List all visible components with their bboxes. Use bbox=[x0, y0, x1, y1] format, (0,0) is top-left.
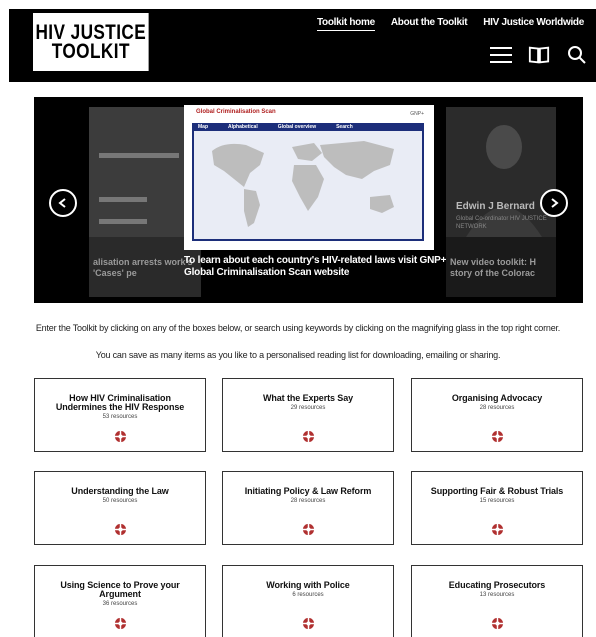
tile-title: Organising Advocacy bbox=[451, 393, 543, 403]
carousel-next-button[interactable] bbox=[540, 189, 568, 217]
top-nav: Toolkit home About the Toolkit HIV Justi… bbox=[316, 17, 584, 31]
tile-count: 50 resources bbox=[102, 498, 138, 504]
book-icon[interactable] bbox=[528, 44, 550, 66]
tile-title: What the Experts Say bbox=[262, 393, 354, 403]
carousel-prev-button[interactable] bbox=[49, 189, 77, 217]
tile-count: 29 resources bbox=[290, 405, 326, 411]
gcs-tab-global-overview: Global overview bbox=[277, 124, 317, 130]
tile-title: Using Science to Prove your Argument bbox=[60, 580, 180, 599]
tile-fair-robust-trials[interactable]: Supporting Fair & Robust Trials 15 resou… bbox=[411, 471, 583, 545]
tile-working-with-police[interactable]: Working with Police 6 resources bbox=[222, 565, 394, 637]
tile-title: Initiating Policy & Law Reform bbox=[244, 486, 372, 496]
speaker-role: Global Co-ordinator HIV JUSTICE NETWORK bbox=[456, 216, 547, 230]
tile-understanding-law[interactable]: Understanding the Law 50 resources bbox=[34, 471, 206, 545]
tile-title: Understanding the Law bbox=[71, 486, 169, 496]
tile-educating-prosecutors[interactable]: Educating Prosecutors 13 resources bbox=[411, 565, 583, 637]
speaker-name: Edwin J Bernard bbox=[456, 201, 535, 212]
tile-hiv-criminalisation[interactable]: How HIV Criminalisation Undermines the H… bbox=[34, 378, 206, 452]
slide-caption-current[interactable]: To learn about each country's HIV-relate… bbox=[184, 255, 454, 279]
intro-line-2: You can save as many items as you like t… bbox=[95, 350, 501, 360]
gcs-tab-map: Map bbox=[198, 124, 208, 130]
ribbon-icon bbox=[114, 617, 127, 630]
tile-title: Working with Police bbox=[266, 580, 350, 590]
header-icons bbox=[490, 44, 588, 66]
nav-toolkit-home[interactable]: Toolkit home bbox=[316, 17, 375, 31]
tile-count: 13 resources bbox=[479, 592, 515, 598]
tile-title: Supporting Fair & Robust Trials bbox=[430, 486, 564, 496]
search-icon[interactable] bbox=[566, 44, 588, 66]
intro-line-1: Enter the Toolkit by clicking on any of … bbox=[35, 323, 561, 333]
carousel-slide-current[interactable]: Global Criminalisation Scan GNP+ Map Alp… bbox=[184, 105, 434, 250]
gcs-tab-search: Search bbox=[336, 124, 353, 130]
gcs-tab-alphabetical: Alphabetical bbox=[228, 124, 258, 130]
site-logo[interactable]: HIV JUSTICE TOOLKIT bbox=[33, 13, 149, 71]
ribbon-icon bbox=[114, 430, 127, 443]
gcs-tabs: Map Alphabetical Global overview Search bbox=[192, 123, 424, 131]
tile-title: How HIV Criminalisation Undermines the H… bbox=[55, 393, 185, 412]
ribbon-icon bbox=[302, 430, 315, 443]
tile-experts-say[interactable]: What the Experts Say 29 resources bbox=[222, 378, 394, 452]
nav-about-toolkit[interactable]: About the Toolkit bbox=[391, 17, 468, 31]
gcs-brand: Global Criminalisation Scan bbox=[196, 109, 276, 115]
tile-count: 53 resources bbox=[102, 414, 138, 420]
world-map bbox=[192, 131, 424, 241]
tile-count: 15 resources bbox=[479, 498, 515, 504]
chevron-right-icon bbox=[551, 198, 559, 208]
logo-line-2: TOOLKIT bbox=[51, 40, 130, 63]
tile-count: 36 resources bbox=[102, 601, 138, 607]
tile-title: Educating Prosecutors bbox=[448, 580, 546, 590]
ribbon-icon bbox=[302, 523, 315, 536]
tile-policy-law-reform[interactable]: Initiating Policy & Law Reform 28 resour… bbox=[222, 471, 394, 545]
chevron-left-icon bbox=[58, 198, 66, 208]
tile-organising-advocacy[interactable]: Organising Advocacy 28 resources bbox=[411, 378, 583, 452]
nav-hiv-justice-worldwide[interactable]: HIV Justice Worldwide bbox=[483, 17, 584, 31]
ribbon-icon bbox=[491, 430, 504, 443]
tile-count: 28 resources bbox=[290, 498, 326, 504]
slide-caption-previous: alisation arrests work's 'Cases' pe bbox=[93, 257, 193, 278]
tile-using-science[interactable]: Using Science to Prove your Argument 36 … bbox=[34, 565, 206, 637]
ribbon-icon bbox=[491, 617, 504, 630]
featured-carousel[interactable]: alisation arrests work's 'Cases' pe Glob… bbox=[34, 97, 583, 303]
gnp-brand: GNP+ bbox=[410, 111, 424, 117]
tile-count: 28 resources bbox=[479, 405, 515, 411]
ribbon-icon bbox=[302, 617, 315, 630]
ribbon-icon bbox=[114, 523, 127, 536]
menu-icon[interactable] bbox=[490, 44, 512, 66]
tile-count: 6 resources bbox=[292, 592, 324, 598]
site-header: HIV JUSTICE TOOLKIT Toolkit home About t… bbox=[9, 9, 596, 82]
slide-caption-next: New video toolkit: H story of the Colora… bbox=[450, 257, 537, 278]
ribbon-icon bbox=[491, 523, 504, 536]
